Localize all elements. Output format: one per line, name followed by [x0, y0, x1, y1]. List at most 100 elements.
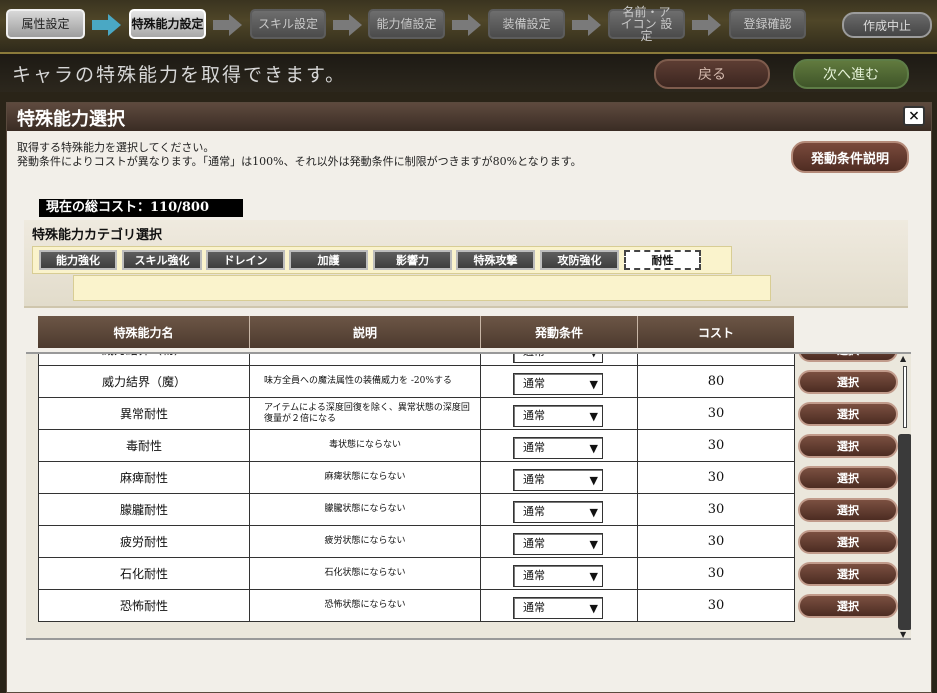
select-button[interactable]: 選択 — [798, 530, 898, 554]
step-confirm[interactable]: 登録確認 — [729, 9, 806, 39]
condition-value: 通常 — [523, 505, 545, 518]
select-button[interactable]: 選択 — [798, 354, 898, 362]
ability-desc: 味方全員への物理属性の装備威力を -20%する — [250, 354, 481, 366]
condition-value: 通常 — [523, 354, 545, 359]
table-header: 特殊能力名 説明 発動条件 コスト — [38, 316, 794, 348]
scrollbar-track[interactable] — [903, 366, 907, 428]
table-row: 恐怖耐性 恐怖状態にならない 通常 ▼ 30 選択 — [38, 590, 906, 622]
ability-desc: 味方全員への魔法属性の装備威力を -20%する — [250, 366, 481, 398]
step-name-icon[interactable]: 名前・アイコン 設定 — [608, 6, 685, 42]
cancel-creation-button[interactable]: 作成中止 — [842, 12, 932, 38]
condition-value: 通常 — [523, 473, 545, 486]
ability-desc: 毒状態にならない — [250, 430, 481, 462]
condition-value: 通常 — [523, 569, 545, 582]
dropdown-arrow-icon: ▼ — [589, 442, 598, 455]
table-row: 毒耐性 毒状態にならない 通常 ▼ 30 選択 — [38, 430, 906, 462]
condition-select[interactable]: 通常 ▼ — [513, 533, 603, 555]
step-skill[interactable]: スキル設定 — [250, 9, 326, 39]
instruction-line-1: 取得する特殊能力を選択してください。 — [17, 141, 215, 154]
ability-cost: 30 — [638, 430, 795, 462]
scrollbar-thumb[interactable] — [898, 434, 911, 630]
condition-select[interactable]: 通常 ▼ — [513, 501, 603, 523]
tab-special-attack[interactable]: 特殊攻撃 — [456, 250, 535, 270]
page-message: キャラの特殊能力を取得できます。 — [12, 64, 347, 86]
ability-desc: アイテムによる深度回復を除く、異常状態の深度回復量が２倍になる — [250, 398, 481, 430]
condition-cell: 通常 ▼ — [481, 462, 638, 494]
dropdown-arrow-icon: ▼ — [589, 602, 598, 615]
tab-influence[interactable]: 影響力 — [373, 250, 452, 270]
special-ability-dialog: 特殊能力選択 × 取得する特殊能力を選択してください。 発動条件によりコストが異… — [6, 102, 932, 693]
ability-cost: 30 — [638, 462, 795, 494]
condition-select[interactable]: 通常 ▼ — [513, 597, 603, 619]
category-panel: 特殊能力カテゴリ選択 能力強化 スキル強化 ドレイン 加護 影響力 特殊攻撃 攻… — [24, 220, 908, 308]
ability-name: 毒耐性 — [38, 430, 250, 462]
select-button[interactable]: 選択 — [798, 370, 898, 394]
step-attribute[interactable]: 属性設定 — [6, 9, 85, 39]
tab-protection[interactable]: 加護 — [289, 250, 368, 270]
select-button[interactable]: 選択 — [798, 402, 898, 426]
condition-select[interactable]: 通常 ▼ — [513, 565, 603, 587]
ability-name: 疲労耐性 — [38, 526, 250, 558]
condition-value: 通常 — [523, 537, 545, 550]
subheader: キャラの特殊能力を取得できます。 戻る 次へ進む — [0, 54, 937, 92]
ability-name: 威力結界（物） — [38, 354, 250, 366]
ability-cost: 30 — [638, 398, 795, 430]
condition-value: 通常 — [523, 601, 545, 614]
table-row: 朦朧耐性 朦朧状態にならない 通常 ▼ 30 選択 — [38, 494, 906, 526]
step-stats[interactable]: 能力値設定 — [368, 9, 445, 39]
select-button[interactable]: 選択 — [798, 562, 898, 586]
dialog-title: 特殊能力選択 — [17, 109, 125, 130]
scroll-down-icon[interactable]: ▼ — [900, 630, 906, 638]
condition-value: 通常 — [523, 377, 545, 390]
dialog-titlebar: 特殊能力選択 × — [7, 103, 931, 131]
ability-cost: 80 — [638, 354, 795, 366]
dropdown-arrow-icon: ▼ — [589, 570, 598, 583]
category-title: 特殊能力カテゴリ選択 — [32, 228, 163, 243]
wizard-step-bar: 属性設定 特殊能力設定 スキル設定 能力値設定 装備設定 名前・アイコン 設定 … — [0, 0, 937, 54]
condition-cell: 通常 ▼ — [481, 558, 638, 590]
ability-table: 威力結界（物） 味方全員への物理属性の装備威力を -20%する 通常 ▼ 80 選… — [26, 352, 911, 640]
ability-name: 異常耐性 — [38, 398, 250, 430]
select-button[interactable]: 選択 — [798, 498, 898, 522]
dropdown-arrow-icon: ▼ — [589, 378, 598, 391]
step-special-ability[interactable]: 特殊能力設定 — [129, 9, 206, 39]
dropdown-arrow-icon: ▼ — [589, 474, 598, 487]
table-row: 威力結界（魔） 味方全員への魔法属性の装備威力を -20%する 通常 ▼ 80 選… — [38, 366, 906, 398]
instructions: 取得する特殊能力を選択してください。 発動条件によりコストが異なります。「通常」… — [17, 141, 582, 169]
condition-select[interactable]: 通常 ▼ — [513, 437, 603, 459]
condition-help-button[interactable]: 発動条件説明 — [791, 141, 909, 173]
tab-ability-boost[interactable]: 能力強化 — [39, 250, 117, 270]
ability-desc: 麻痺状態にならない — [250, 462, 481, 494]
instruction-line-2: 発動条件によりコストが異なります。「通常」は100%、それ以外は発動条件に制限が… — [17, 155, 582, 168]
condition-select[interactable]: 通常 ▼ — [513, 373, 603, 395]
dropdown-arrow-icon: ▼ — [589, 410, 598, 423]
tab-resistance[interactable]: 耐性 — [624, 250, 701, 270]
ability-cost: 30 — [638, 494, 795, 526]
condition-select[interactable]: 通常 ▼ — [513, 405, 603, 427]
scroll-up-icon[interactable]: ▲ — [900, 354, 906, 363]
condition-cell: 通常 ▼ — [481, 430, 638, 462]
select-button[interactable]: 選択 — [798, 434, 898, 458]
ability-name: 朦朧耐性 — [38, 494, 250, 526]
back-button[interactable]: 戻る — [654, 59, 770, 89]
next-button[interactable]: 次へ進む — [793, 59, 909, 89]
select-button[interactable]: 選択 — [798, 594, 898, 618]
select-button[interactable]: 選択 — [798, 466, 898, 490]
condition-cell: 通常 ▼ — [481, 366, 638, 398]
table-row: 異常耐性 アイテムによる深度回復を除く、異常状態の深度回復量が２倍になる 通常 ▼… — [38, 398, 906, 430]
condition-value: 通常 — [523, 409, 545, 422]
close-icon[interactable]: × — [903, 106, 925, 126]
condition-select[interactable]: 通常 ▼ — [513, 352, 603, 363]
ability-cost: 30 — [638, 590, 795, 622]
category-tabs: 能力強化 スキル強化 ドレイン 加護 影響力 特殊攻撃 攻防強化 耐性 — [32, 246, 732, 274]
step-equipment[interactable]: 装備設定 — [488, 9, 565, 39]
ability-cost: 30 — [638, 526, 795, 558]
ability-name: 麻痺耐性 — [38, 462, 250, 494]
table-row: 疲労耐性 疲労状態にならない 通常 ▼ 30 選択 — [38, 526, 906, 558]
tab-attack-defense[interactable]: 攻防強化 — [540, 250, 619, 270]
dropdown-arrow-icon: ▼ — [589, 352, 598, 359]
ability-desc: 疲労状態にならない — [250, 526, 481, 558]
tab-drain[interactable]: ドレイン — [206, 250, 285, 270]
tab-skill-boost[interactable]: スキル強化 — [122, 250, 202, 270]
condition-select[interactable]: 通常 ▼ — [513, 469, 603, 491]
